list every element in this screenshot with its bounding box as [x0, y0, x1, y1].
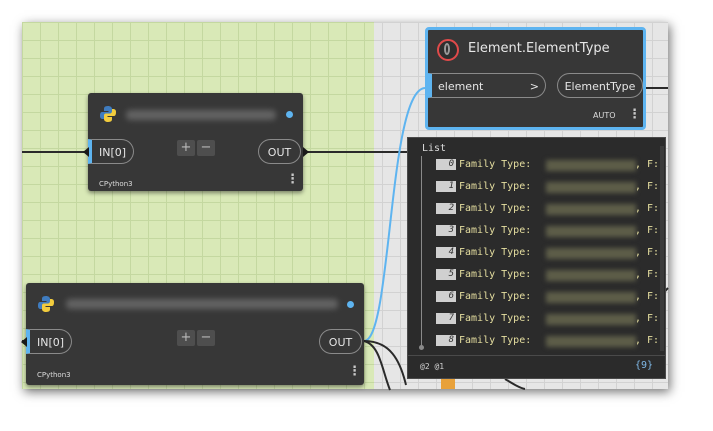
list-tree-end — [419, 345, 424, 350]
node-name-redacted — [126, 110, 276, 120]
input-connector-caret — [83, 147, 89, 157]
item-suffix: , F: — [635, 159, 660, 170]
item-value-redacted — [546, 248, 636, 259]
item-index: 1 — [436, 180, 456, 192]
item-index: 6 — [436, 290, 456, 302]
python-icon — [37, 295, 55, 313]
engine-label: CPython3 — [37, 371, 71, 379]
input-port-in0[interactable]: IN[0] — [26, 329, 72, 354]
item-index: 7 — [436, 312, 456, 324]
item-label: Family Type: — [459, 269, 532, 280]
list-count: {9} — [634, 360, 653, 371]
list-tree-line — [421, 156, 422, 348]
item-value-redacted — [546, 226, 636, 237]
input-port-element[interactable]: element > — [428, 73, 546, 98]
list-item[interactable]: 6 Family Type: , F: — [436, 290, 661, 304]
list-item[interactable]: 1 Family Type: , F: — [436, 180, 661, 194]
input-port-label: element — [438, 80, 484, 93]
list-item[interactable]: 5 Family Type: , F: — [436, 268, 661, 282]
engine-label: CPython3 — [99, 180, 133, 188]
footer-divider — [408, 355, 665, 356]
item-label: Family Type: — [459, 247, 532, 258]
list-item[interactable]: 2 Family Type: , F: — [436, 202, 661, 216]
node-menu-button[interactable]: ⋮ — [628, 108, 641, 121]
item-index: 3 — [436, 224, 456, 236]
item-index: 2 — [436, 202, 456, 214]
python-icon — [99, 105, 117, 123]
add-input-button[interactable]: + — [177, 140, 195, 156]
node-state-dot — [347, 301, 354, 308]
item-suffix: , F: — [635, 225, 660, 236]
list-item[interactable]: 0 Family Type: , F: — [436, 158, 661, 172]
scrollbar[interactable] — [660, 146, 664, 351]
item-suffix: , F: — [635, 291, 660, 302]
item-index: 4 — [436, 246, 456, 258]
element-elementtype-node[interactable]: Element.ElementType element > ElementTyp… — [425, 27, 646, 130]
watch-list-preview[interactable]: List 0 Family Type: , F: 1 Family Type: , … — [407, 137, 666, 379]
item-value-redacted — [546, 182, 636, 193]
item-label: Family Type: — [459, 159, 532, 170]
item-suffix: , F: — [635, 335, 660, 346]
remove-input-button[interactable]: − — [197, 140, 215, 156]
list-header: List — [422, 143, 447, 154]
output-port-out[interactable]: OUT — [319, 329, 362, 354]
item-suffix: , F: — [635, 313, 660, 324]
node-menu-button[interactable]: ⋮ — [348, 365, 361, 378]
output-connector-caret — [303, 147, 309, 157]
item-index: 8 — [436, 334, 456, 346]
item-suffix: , F: — [635, 203, 660, 214]
item-value-redacted — [546, 160, 636, 171]
list-item[interactable]: 4 Family Type: , F: — [436, 246, 661, 260]
element-type-icon — [437, 39, 459, 61]
remove-input-button[interactable]: − — [197, 330, 215, 346]
item-value-redacted — [546, 270, 636, 281]
input-connector-caret — [21, 337, 27, 347]
item-label: Family Type: — [459, 203, 532, 214]
add-input-button[interactable]: + — [177, 330, 195, 346]
node-menu-button[interactable]: ⋮ — [286, 173, 299, 186]
python-script-node-1[interactable]: IN[0] + − OUT CPython3 ⋮ — [83, 93, 309, 191]
list-item[interactable]: 3 Family Type: , F: — [436, 224, 661, 238]
item-label: Family Type: — [459, 335, 532, 346]
item-suffix: , F: — [635, 247, 660, 258]
list-item[interactable]: 7 Family Type: , F: — [436, 312, 661, 326]
item-suffix: , F: — [635, 269, 660, 280]
item-index: 0 — [436, 158, 456, 170]
input-port-in0[interactable]: IN[0] — [88, 139, 134, 164]
item-value-redacted — [546, 204, 636, 215]
item-label: Family Type: — [459, 225, 532, 236]
item-label: Family Type: — [459, 313, 532, 324]
node-name-redacted — [66, 299, 338, 309]
lacing-label[interactable]: AUTO — [593, 111, 616, 120]
list-levels[interactable]: @2 @1 — [420, 362, 444, 371]
item-value-redacted — [546, 336, 636, 347]
item-suffix: , F: — [635, 181, 660, 192]
item-label: Family Type: — [459, 181, 532, 192]
item-index: 5 — [436, 268, 456, 280]
node-state-dot — [286, 111, 293, 118]
output-port-out[interactable]: OUT — [258, 139, 301, 164]
python-script-node-2[interactable]: IN[0] + − OUT CPython3 ⋮ — [21, 283, 364, 385]
list-item[interactable]: 8 Family Type: , F: — [436, 334, 661, 348]
output-port-elementtype[interactable]: ElementType — [557, 73, 643, 98]
item-label: Family Type: — [459, 291, 532, 302]
node-title: Element.ElementType — [468, 41, 610, 56]
item-value-redacted — [546, 292, 636, 303]
input-port-caret: > — [529, 80, 539, 93]
item-value-redacted — [546, 314, 636, 325]
